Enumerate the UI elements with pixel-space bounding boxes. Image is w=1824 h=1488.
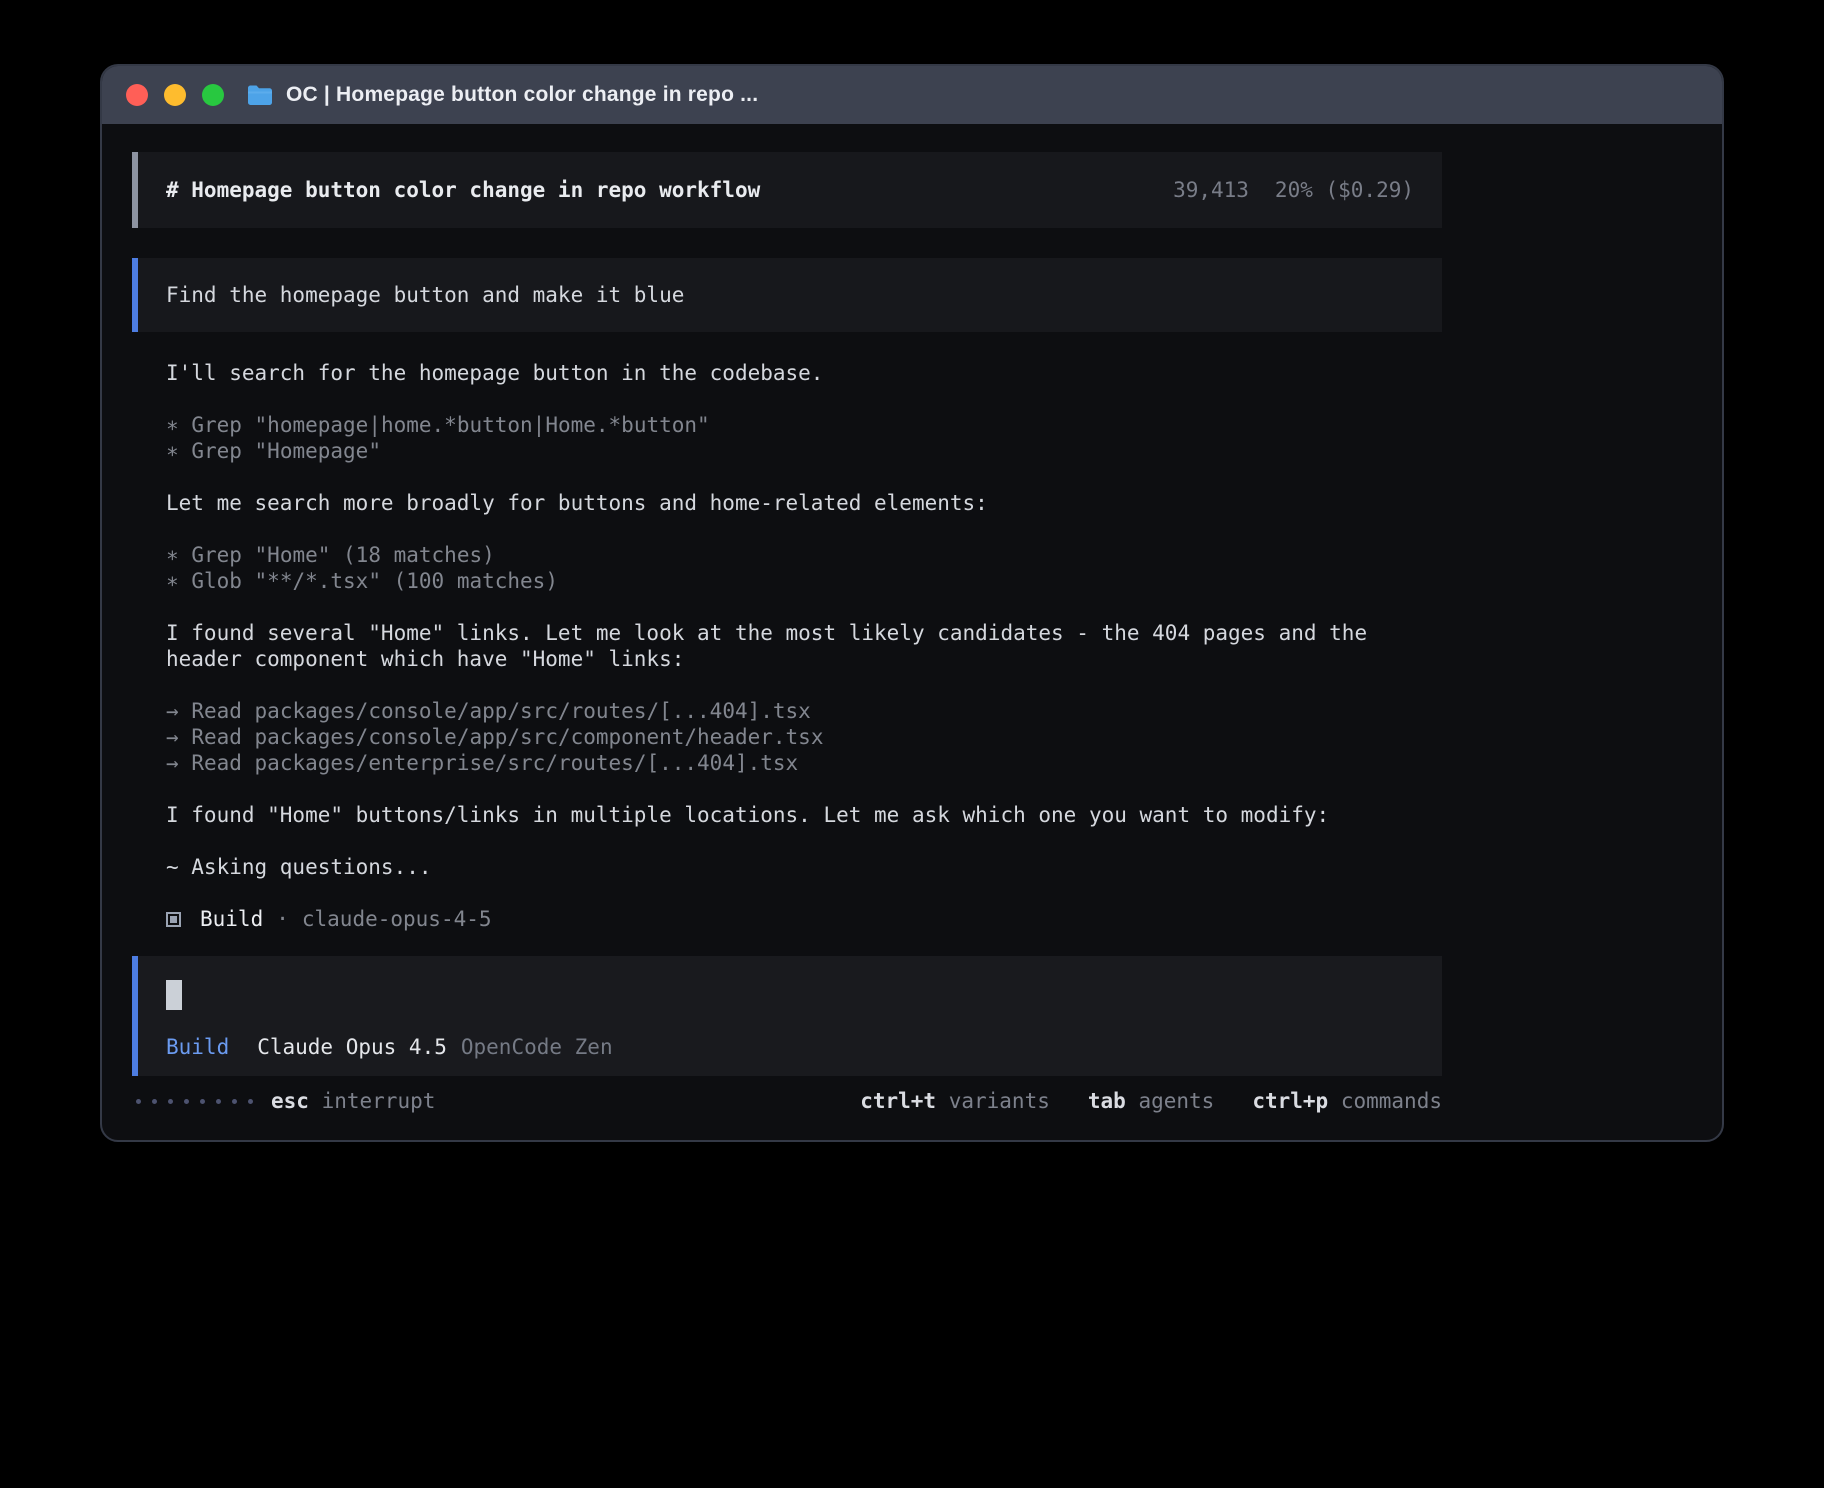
spinner-dots: [136, 1099, 253, 1104]
desktop: OC | Homepage button color change in rep…: [0, 0, 1824, 1488]
tool-call-group: ∗ Grep "homepage|home.*button|Home.*butt…: [166, 412, 1722, 464]
token-count: 39,413: [1173, 177, 1249, 203]
tool-prefix-icon: ∗: [166, 569, 179, 593]
assistant-text: I found "Home" buttons/links in multiple…: [166, 802, 1406, 828]
close-button[interactable]: [126, 84, 148, 106]
square-badge-icon: [166, 912, 181, 927]
arrow-icon: →: [166, 751, 179, 775]
agent-mode-label: Build: [166, 1034, 229, 1060]
tool-call-grep: ∗ Grep "homepage|home.*button|Home.*butt…: [166, 412, 1722, 438]
model-label: Claude Opus 4.5: [257, 1034, 447, 1060]
assistant-text: I'll search for the homepage button in t…: [166, 360, 1406, 386]
arrow-icon: →: [166, 725, 179, 749]
tool-call-glob: ∗ Glob "**/*.tsx" (100 matches): [166, 568, 1722, 594]
shortcut-interrupt: esc interrupt: [271, 1088, 435, 1114]
session-title: # Homepage button color change in repo w…: [166, 177, 760, 203]
minimize-button[interactable]: [164, 84, 186, 106]
context-usage: 20% ($0.29): [1275, 177, 1414, 203]
agent-status-line: Build · claude-opus-4-5: [166, 906, 1722, 932]
agent-model: claude-opus-4-5: [302, 906, 492, 932]
assistant-text: I found several "Home" links. Let me loo…: [166, 620, 1406, 672]
shortcut-agents: tab agents: [1088, 1088, 1214, 1114]
user-message-text: Find the homepage button and make it blu…: [166, 283, 684, 307]
window-controls: [126, 84, 224, 106]
terminal-content: # Homepage button color change in repo w…: [102, 124, 1722, 1114]
window-title: OC | Homepage button color change in rep…: [286, 83, 758, 107]
status-line: ~ Asking questions...: [166, 854, 1722, 880]
tool-prefix-icon: ∗: [166, 439, 179, 463]
tool-prefix-icon: ∗: [166, 413, 179, 437]
tool-prefix-icon: ∗: [166, 543, 179, 567]
shortcut-variants: ctrl+t variants: [860, 1088, 1050, 1114]
session-stats: 39,413 20% ($0.29): [1173, 177, 1414, 203]
folder-icon: [246, 83, 274, 107]
input-meta-row: Build Claude Opus 4.5 OpenCode Zen: [166, 1034, 1414, 1060]
tool-call-read: → Read packages/console/app/src/componen…: [166, 724, 1722, 750]
tool-call-group: ∗ Grep "Home" (18 matches) ∗ Glob "**/*.…: [166, 542, 1722, 594]
shortcut-list: ctrl+t variants tab agents ctrl+p comman…: [860, 1088, 1442, 1114]
separator-dot: ·: [276, 906, 289, 932]
tool-call-group: → Read packages/console/app/src/routes/[…: [166, 698, 1722, 776]
prompt-input[interactable]: Build Claude Opus 4.5 OpenCode Zen: [132, 956, 1442, 1076]
agent-name: Build: [200, 906, 263, 932]
tool-call-read: → Read packages/enterprise/src/routes/[.…: [166, 750, 1722, 776]
tool-call-grep: ∗ Grep "Homepage": [166, 438, 1722, 464]
tool-call-grep: ∗ Grep "Home" (18 matches): [166, 542, 1722, 568]
zoom-button[interactable]: [202, 84, 224, 106]
titlebar[interactable]: OC | Homepage button color change in rep…: [102, 66, 1722, 124]
user-message: Find the homepage button and make it blu…: [132, 258, 1442, 332]
session-header: # Homepage button color change in repo w…: [132, 152, 1442, 228]
arrow-icon: →: [166, 699, 179, 723]
text-cursor: [166, 980, 182, 1010]
shortcut-commands: ctrl+p commands: [1252, 1088, 1442, 1114]
assistant-text: Let me search more broadly for buttons a…: [166, 490, 1406, 516]
provider-label: OpenCode Zen: [461, 1034, 613, 1060]
status-bar: esc interrupt ctrl+t variants tab agents…: [132, 1088, 1442, 1114]
tool-call-read: → Read packages/console/app/src/routes/[…: [166, 698, 1722, 724]
terminal-window: OC | Homepage button color change in rep…: [100, 64, 1724, 1142]
